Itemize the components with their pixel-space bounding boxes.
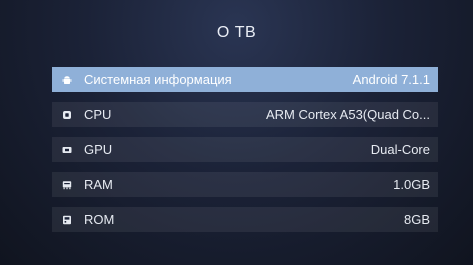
info-list: Системная информация Android 7.1.1 CPU A… [52,67,438,242]
info-row-cpu[interactable]: CPU ARM Cortex A53(Quad Co... [52,102,438,127]
info-row-value: Android 7.1.1 [352,72,430,87]
info-row-label: CPU [84,107,112,122]
rom-storage-icon [62,215,72,225]
info-row-value: ARM Cortex A53(Quad Co... [265,107,430,122]
ram-memory-icon [62,180,72,190]
info-row-value: 8GB [403,212,430,227]
info-row-rom[interactable]: ROM 8GB [52,207,438,232]
info-row-ram[interactable]: RAM 1.0GB [52,172,438,197]
info-row-label: GPU [84,142,113,157]
info-row-system[interactable]: Системная информация Android 7.1.1 [52,67,438,92]
gpu-card-icon [62,145,72,155]
info-row-value: Dual-Core [370,142,430,157]
info-row-label: ROM [84,212,115,227]
page-title: О ТВ [216,24,257,41]
info-row-value: 1.0GB [393,177,430,192]
android-icon [62,75,72,85]
info-row-gpu[interactable]: GPU Dual-Core [52,137,438,162]
info-row-label: RAM [84,177,113,192]
cpu-chip-icon [62,110,72,120]
info-row-label: Системная информация [84,72,232,87]
